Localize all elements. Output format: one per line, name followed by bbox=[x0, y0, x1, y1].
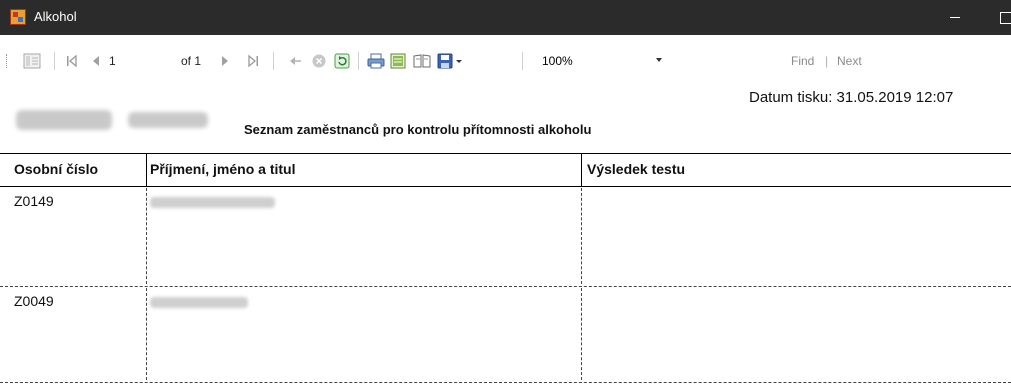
print-layout-icon[interactable] bbox=[390, 53, 406, 69]
column-header-name: Příjmení, jméno a titul bbox=[150, 161, 296, 177]
cell-divider bbox=[581, 188, 582, 284]
zoom-select[interactable]: 100% bbox=[533, 50, 683, 71]
next-page-icon[interactable] bbox=[220, 53, 230, 69]
toolbar-separator bbox=[273, 52, 274, 70]
cell-divider bbox=[146, 288, 147, 380]
previous-page-icon[interactable] bbox=[91, 53, 101, 69]
back-icon[interactable] bbox=[289, 53, 303, 69]
report-title: Seznam zaměstnanců pro kontrolu přítomno… bbox=[244, 122, 592, 137]
cell-divider bbox=[581, 288, 582, 380]
row-divider bbox=[0, 382, 1011, 383]
find-link[interactable]: Find bbox=[791, 54, 814, 68]
page-setup-icon[interactable] bbox=[413, 53, 431, 69]
row-divider bbox=[0, 286, 1011, 287]
column-header-test-result: Výsledek testu bbox=[587, 161, 686, 177]
next-link[interactable]: Next bbox=[837, 54, 862, 68]
toolbar-separator bbox=[522, 52, 523, 70]
table-row-employee-number: Z0049 bbox=[14, 293, 54, 309]
zoom-value: 100% bbox=[542, 54, 573, 68]
column-divider bbox=[146, 153, 147, 187]
chevron-down-icon[interactable] bbox=[455, 53, 463, 69]
find-separator: | bbox=[825, 54, 829, 68]
toolbar-separator bbox=[358, 52, 359, 70]
redacted-name bbox=[150, 297, 248, 308]
cell-divider bbox=[146, 188, 147, 284]
toolbar-separator bbox=[54, 52, 55, 70]
company-logo bbox=[16, 104, 211, 141]
last-page-icon[interactable] bbox=[247, 53, 259, 69]
table-row-employee-number: Z0149 bbox=[14, 193, 54, 209]
print-date: Datum tisku: 31.05.2019 12:07 bbox=[749, 89, 954, 106]
print-icon[interactable] bbox=[367, 53, 385, 69]
save-icon[interactable] bbox=[437, 53, 453, 69]
app-icon bbox=[10, 9, 26, 25]
column-divider bbox=[581, 153, 582, 187]
report-toolbar: 1 of 1 100% Find | Next bbox=[0, 35, 1011, 88]
maximize-button[interactable] bbox=[996, 8, 1011, 26]
toolbar-grip[interactable] bbox=[6, 54, 9, 68]
stop-icon[interactable] bbox=[311, 53, 327, 69]
document-map-icon[interactable] bbox=[23, 53, 41, 69]
column-header-employee-number: Osobní číslo bbox=[14, 161, 99, 177]
first-page-icon[interactable] bbox=[66, 53, 78, 69]
title-bar: Alkohol bbox=[0, 0, 1011, 35]
refresh-icon[interactable] bbox=[334, 53, 350, 69]
minimize-button[interactable] bbox=[944, 8, 968, 26]
window-title: Alkohol bbox=[34, 9, 77, 24]
page-count-label: of 1 bbox=[181, 54, 202, 68]
table-header-border bbox=[0, 186, 1011, 187]
current-page-input[interactable]: 1 bbox=[109, 54, 116, 68]
table-top-border bbox=[0, 153, 1011, 154]
chevron-down-icon bbox=[656, 58, 662, 62]
redacted-name bbox=[150, 197, 275, 208]
